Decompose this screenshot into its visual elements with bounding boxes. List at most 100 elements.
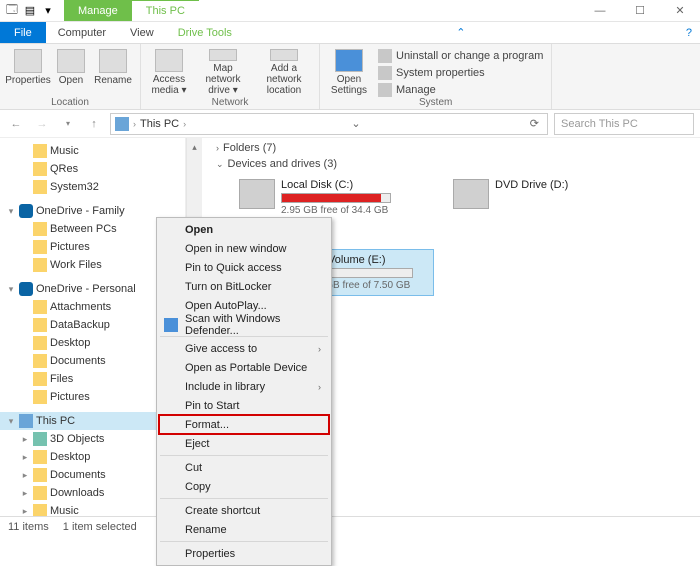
tree-item-label: Music bbox=[50, 145, 79, 157]
ribbon: Properties Open Rename Location Access m… bbox=[0, 44, 700, 110]
drive-item[interactable]: DVD Drive (D:) bbox=[448, 174, 648, 221]
menu-item[interactable]: Eject bbox=[159, 434, 329, 453]
menu-item[interactable]: Open in new window bbox=[159, 239, 329, 258]
menu-item[interactable]: Include in library › bbox=[159, 377, 329, 396]
rename-button[interactable]: Rename bbox=[92, 46, 134, 95]
breadcrumb[interactable]: This PC bbox=[140, 118, 179, 130]
menu-item[interactable]: Properties bbox=[159, 544, 329, 563]
twisty-icon[interactable]: ▾ bbox=[6, 284, 16, 295]
folders-group-header[interactable]: › Folders (7) bbox=[216, 142, 692, 154]
close-button[interactable]: ✕ bbox=[660, 0, 700, 22]
access-media-button[interactable]: Access media ▾ bbox=[147, 46, 191, 96]
tab-file[interactable]: File bbox=[0, 22, 46, 43]
properties-button[interactable]: Properties bbox=[6, 46, 50, 95]
history-chevron-icon[interactable]: ⌄ bbox=[347, 117, 364, 130]
chevron-down-icon[interactable]: ⌄ bbox=[216, 159, 224, 170]
properties-icon bbox=[14, 49, 42, 73]
forward-button[interactable]: → bbox=[32, 114, 52, 134]
twisty-icon[interactable]: ▸ bbox=[20, 470, 30, 481]
workarea: MusicQResSystem32▾OneDrive - FamilyBetwe… bbox=[0, 138, 700, 516]
submenu-arrow-icon: › bbox=[318, 344, 321, 354]
tree-item[interactable]: QRes bbox=[0, 160, 185, 178]
tab-view[interactable]: View bbox=[118, 22, 166, 43]
context-tab-manage[interactable]: Manage bbox=[64, 0, 132, 21]
tree-item[interactable]: Music bbox=[0, 142, 185, 160]
recent-button[interactable]: ▾ bbox=[58, 114, 78, 134]
drive-meta: 2.95 GB free of 34.4 GB bbox=[281, 205, 429, 216]
folder-icon bbox=[33, 162, 47, 176]
help-icon[interactable]: ? bbox=[678, 22, 700, 43]
menu-item-label: Copy bbox=[185, 481, 211, 493]
status-item-count: 11 items bbox=[8, 521, 49, 533]
twisty-icon[interactable]: ▸ bbox=[20, 506, 30, 517]
menu-item[interactable]: Rename bbox=[159, 520, 329, 539]
pc-icon bbox=[19, 414, 33, 428]
twisty-icon[interactable]: ▾ bbox=[6, 416, 16, 427]
chevron-icon[interactable]: › bbox=[183, 119, 186, 129]
menu-item[interactable]: Cut bbox=[159, 458, 329, 477]
menu-item[interactable]: Open as Portable Device bbox=[159, 358, 329, 377]
menu-item[interactable]: Copy bbox=[159, 477, 329, 496]
tab-drive-tools[interactable]: Drive Tools bbox=[166, 22, 244, 43]
tree-item-label: Pictures bbox=[50, 391, 90, 403]
folder-icon bbox=[33, 258, 47, 272]
tree-item-label: 3D Objects bbox=[50, 433, 104, 445]
menu-item[interactable]: Create shortcut bbox=[159, 501, 329, 520]
back-button[interactable]: ← bbox=[6, 114, 26, 134]
tree-item-label: System32 bbox=[50, 181, 99, 193]
chevron-icon[interactable]: › bbox=[133, 119, 136, 129]
manage-button[interactable]: Manage bbox=[376, 82, 545, 98]
status-selection-count: 1 item selected bbox=[63, 521, 137, 533]
open-button[interactable]: Open bbox=[54, 46, 88, 95]
uninstall-button[interactable]: Uninstall or change a program bbox=[376, 48, 545, 64]
tree-item-label: This PC bbox=[36, 415, 75, 427]
tree-item-label: Downloads bbox=[50, 487, 104, 499]
qat-undo-icon[interactable]: ▾ bbox=[40, 3, 56, 19]
menu-item[interactable]: Open bbox=[159, 220, 329, 239]
tree-item-label: Files bbox=[50, 373, 73, 385]
menu-item[interactable]: Turn on BitLocker bbox=[159, 277, 329, 296]
devices-group-header[interactable]: ⌄ Devices and drives (3) bbox=[216, 158, 692, 170]
refresh-icon[interactable]: ⟳ bbox=[526, 117, 543, 130]
twisty-icon[interactable]: ▾ bbox=[6, 206, 16, 217]
search-input[interactable]: Search This PC bbox=[554, 113, 694, 135]
submenu-arrow-icon: › bbox=[318, 382, 321, 392]
menu-item-label: Include in library bbox=[185, 381, 265, 393]
chevron-right-icon[interactable]: › bbox=[216, 143, 219, 153]
menu-item[interactable]: Format... bbox=[159, 415, 329, 434]
manage-icon bbox=[378, 83, 392, 97]
menu-item[interactable]: Pin to Quick access bbox=[159, 258, 329, 277]
up-button[interactable]: ↑ bbox=[84, 114, 104, 134]
folders-group-label: Folders (7) bbox=[223, 142, 276, 154]
menu-item[interactable]: Pin to Start bbox=[159, 396, 329, 415]
system-properties-button[interactable]: System properties bbox=[376, 65, 545, 81]
qat-properties-icon[interactable]: ▤ bbox=[22, 3, 38, 19]
tree-item[interactable]: System32 bbox=[0, 178, 185, 196]
add-network-location-button[interactable]: Add a network location bbox=[255, 46, 313, 96]
open-settings-button[interactable]: Open Settings bbox=[326, 46, 372, 96]
tab-computer[interactable]: Computer bbox=[46, 22, 118, 43]
maximize-button[interactable]: ☐ bbox=[620, 0, 660, 22]
folder-icon bbox=[33, 504, 47, 516]
menu-item[interactable]: Scan with Windows Defender... bbox=[159, 315, 329, 334]
context-menu[interactable]: OpenOpen in new window Pin to Quick acces… bbox=[156, 217, 332, 566]
twisty-icon[interactable]: ▸ bbox=[20, 434, 30, 445]
ribbon-collapse-icon[interactable]: ⌃ bbox=[448, 22, 473, 43]
drive-item[interactable]: Local Disk (C:)2.95 GB free of 34.4 GB bbox=[234, 174, 434, 221]
tree-item-label: OneDrive - Family bbox=[36, 205, 125, 217]
twisty-icon[interactable]: ▸ bbox=[20, 488, 30, 499]
minimize-button[interactable]: — bbox=[580, 0, 620, 22]
map-drive-button[interactable]: Map network drive ▾ bbox=[195, 46, 251, 96]
tree-item-label: Work Files bbox=[50, 259, 102, 271]
menu-item-label: Create shortcut bbox=[185, 505, 260, 517]
ribbon-group-network: Access media ▾ Map network drive ▾ Add a… bbox=[141, 44, 320, 109]
folder-icon bbox=[33, 486, 47, 500]
menu-item-label: Format... bbox=[185, 419, 229, 431]
address-bar[interactable]: › This PC › ⌄ ⟳ bbox=[110, 113, 548, 135]
menu-item[interactable]: Give access to› bbox=[159, 339, 329, 358]
menu-item-label: Pin to Quick access bbox=[185, 262, 282, 274]
tree-item-label: Documents bbox=[50, 355, 106, 367]
twisty-icon[interactable]: ▸ bbox=[20, 452, 30, 463]
drive-usage-bar bbox=[281, 193, 391, 203]
ribbon-group-location: Properties Open Rename Location bbox=[0, 44, 141, 109]
